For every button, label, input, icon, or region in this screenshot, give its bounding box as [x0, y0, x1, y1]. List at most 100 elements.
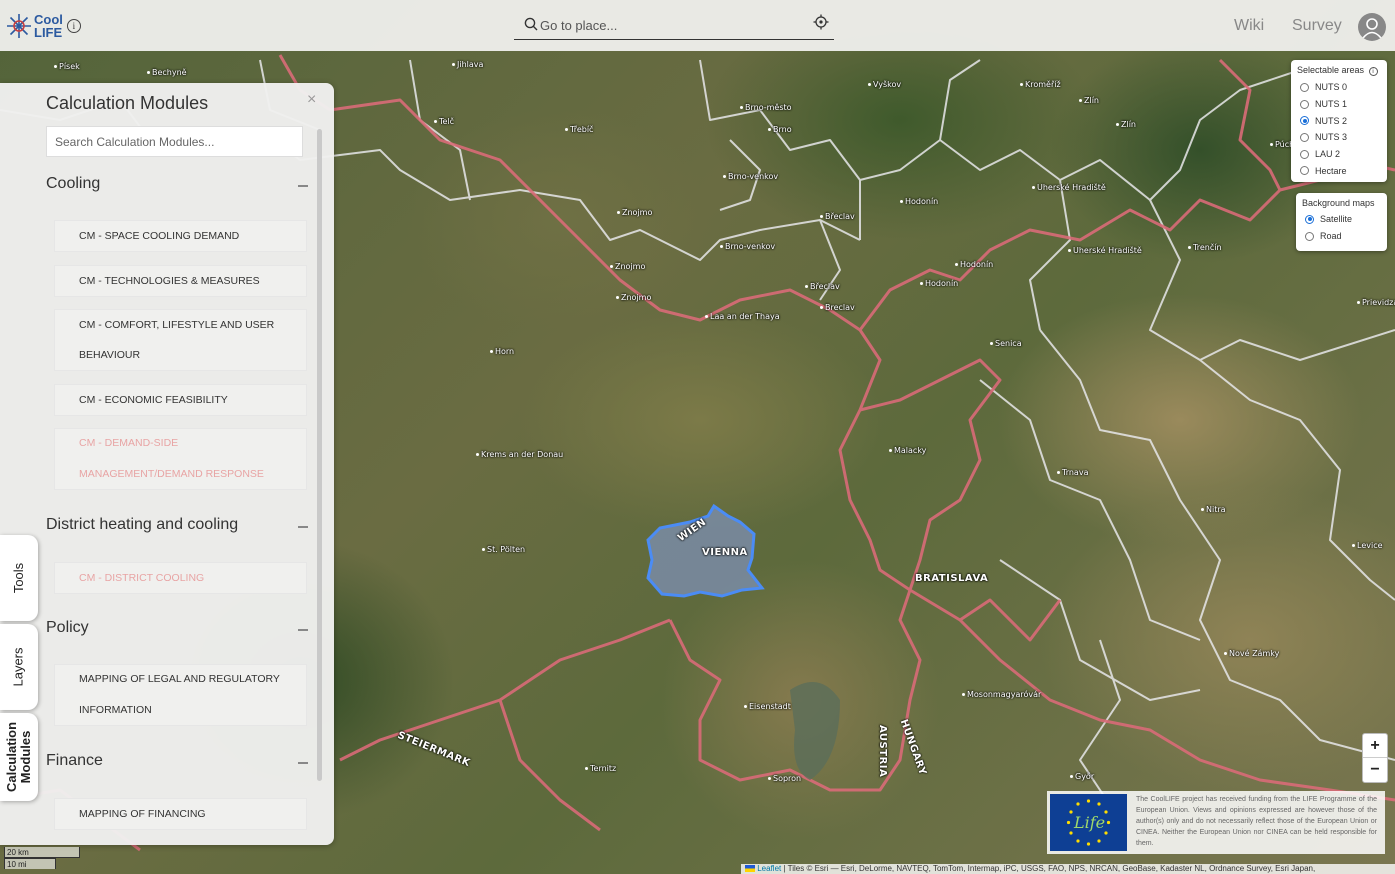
radio-button[interactable] [1300, 149, 1309, 159]
radio-button[interactable] [1300, 82, 1309, 92]
lake-neusiedl [790, 682, 840, 780]
cm-item-technologies-measures[interactable]: CM - TECHNOLOGIES & MEASURES [54, 265, 307, 297]
map-label: Znojmo [616, 293, 651, 302]
cm-item-label: CM - ECONOMIC FEASIBILITY [79, 394, 228, 406]
locate-me-icon[interactable] [813, 14, 829, 30]
category-cooling[interactable]: Cooling [46, 175, 310, 197]
cm-item-mapping-of-financing[interactable]: MAPPING OF FINANCING [54, 798, 307, 830]
collapse-icon[interactable] [298, 629, 308, 631]
eu-life-logo: Life [1050, 794, 1127, 851]
attribution-text: | Tiles © Esri — Esri, DeLorme, NAVTEQ, … [781, 864, 1316, 873]
selectable-areas-control: Selectable areas i NUTS 0 NUTS 1 NUTS 2 … [1291, 60, 1387, 182]
map-label: Brno-město [740, 103, 792, 112]
map-label: Hodonín [920, 279, 958, 288]
cm-item-label: MAPPING OF LEGAL AND REGULATORY INFORMAT… [79, 673, 280, 716]
coollife-logo[interactable]: Cool LIFE i [6, 10, 81, 42]
map-label: Nové Zámky [1224, 649, 1279, 658]
radio-hectare[interactable]: Hectare [1297, 162, 1381, 179]
radio-button[interactable] [1300, 132, 1309, 142]
map-label: Trenčín [1188, 243, 1222, 252]
collapse-icon[interactable] [298, 526, 308, 528]
radio-label: Hectare [1315, 165, 1347, 176]
radio-label: NUTS 3 [1315, 132, 1348, 143]
category-district-heating-cooling[interactable]: District heating and cooling [46, 516, 310, 538]
close-icon[interactable]: × [307, 91, 316, 109]
eu-disclaimer-text: The CoolLIFE project has received fundin… [1136, 796, 1377, 847]
cm-item-label: CM - TECHNOLOGIES & MEASURES [79, 275, 260, 287]
cm-item-economic-feasibility[interactable]: CM - ECONOMIC FEASIBILITY [54, 384, 307, 416]
cm-item-legal-regulatory-mapping[interactable]: MAPPING OF LEGAL AND REGULATORY INFORMAT… [54, 664, 307, 726]
radio-nuts-3[interactable]: NUTS 3 [1297, 129, 1381, 146]
zoom-control: + − [1362, 733, 1388, 783]
logo-line-2: LIFE [34, 25, 63, 40]
user-avatar-icon[interactable] [1358, 13, 1386, 41]
cm-item-space-cooling-demand[interactable]: CM - SPACE COOLING DEMAND [54, 220, 307, 252]
category-title: Cooling [46, 175, 101, 192]
radio-label: LAU 2 [1315, 149, 1341, 160]
map-label: Třebíč [565, 125, 593, 134]
zoom-in-button[interactable]: + [1363, 734, 1387, 758]
radio-button[interactable] [1300, 116, 1309, 126]
scale-mi: 10 mi [4, 858, 56, 869]
eu-funding-notice: Life The CoolLIFE project has received f… [1047, 791, 1385, 854]
panel-scrollbar[interactable] [317, 129, 322, 781]
radio-button[interactable] [1300, 166, 1309, 176]
map-label: Mosonmagyaróvár [962, 690, 1041, 699]
map-label: Vyškov [868, 80, 901, 89]
radio-button[interactable] [1305, 214, 1314, 224]
radio-label: NUTS 2 [1315, 115, 1348, 126]
tab-layers[interactable]: Layers [0, 624, 38, 710]
selectable-areas-header: Selectable areas i [1297, 65, 1381, 76]
nav-survey-link[interactable]: Survey [1292, 17, 1342, 35]
radio-nuts-0[interactable]: NUTS 0 [1297, 79, 1381, 96]
leaflet-link[interactable]: Leaflet [757, 864, 781, 873]
category-finance[interactable]: Finance [46, 752, 310, 774]
map-label: Uherské Hradiště [1068, 246, 1142, 255]
search-icon [524, 17, 538, 31]
cm-item-label: MAPPING OF FINANCING [79, 808, 206, 820]
radio-button[interactable] [1300, 99, 1309, 109]
info-icon[interactable]: i [1368, 67, 1378, 76]
map-label: Uherské Hradiště [1032, 183, 1106, 192]
background-maps-title: Background maps [1302, 198, 1375, 208]
place-search-input[interactable] [540, 14, 800, 36]
zoom-out-button[interactable]: − [1363, 758, 1387, 782]
calculation-modules-panel: Calculation Modules × Cooling CM - SPACE… [0, 83, 334, 845]
logo-text: Cool LIFE [34, 13, 63, 39]
category-title: District heating and cooling [46, 516, 239, 533]
map-label: Sopron [768, 774, 801, 783]
map-label: Břeclav [805, 282, 840, 291]
info-icon[interactable]: i [66, 19, 81, 33]
radio-satellite[interactable]: Satellite [1302, 211, 1381, 228]
map-label: Kroměříž [1020, 80, 1061, 89]
map-label: Brno [768, 125, 792, 134]
tab-calculation-modules[interactable]: Calculation Modules [0, 713, 38, 801]
map-label: Laa an der Thaya [705, 312, 780, 321]
radio-label: NUTS 0 [1315, 82, 1348, 93]
map-label: Zlín [1079, 96, 1099, 105]
map-label: Nitra [1201, 505, 1226, 514]
background-maps-control: Background maps Satellite Road [1296, 193, 1387, 251]
radio-lau-2[interactable]: LAU 2 [1297, 146, 1381, 163]
map-label: Znojmo [617, 208, 652, 217]
map-label: Hodonín [955, 260, 993, 269]
radio-label: NUTS 1 [1315, 99, 1348, 110]
map-label: Győr [1070, 772, 1094, 781]
tab-label: Tools [10, 562, 26, 594]
collapse-icon[interactable] [298, 762, 308, 764]
map-label: Malacky [889, 446, 926, 455]
map-label: Breclav [820, 303, 855, 312]
nav-wiki-link[interactable]: Wiki [1234, 17, 1264, 35]
tab-tools[interactable]: Tools [0, 535, 38, 621]
radio-nuts-2[interactable]: NUTS 2 [1297, 112, 1381, 129]
category-policy[interactable]: Policy [46, 619, 310, 641]
collapse-icon[interactable] [298, 185, 308, 187]
cm-item-comfort-lifestyle[interactable]: CM - COMFORT, LIFESTYLE AND USER BEHAVIO… [54, 309, 307, 371]
cm-search-input[interactable] [46, 126, 303, 157]
radio-road[interactable]: Road [1302, 228, 1381, 245]
radio-button[interactable] [1305, 231, 1314, 241]
map-label: Horn [490, 347, 514, 356]
map-label: Písek [54, 62, 80, 71]
map-label: Eisenstadt [744, 702, 791, 711]
radio-nuts-1[interactable]: NUTS 1 [1297, 96, 1381, 113]
